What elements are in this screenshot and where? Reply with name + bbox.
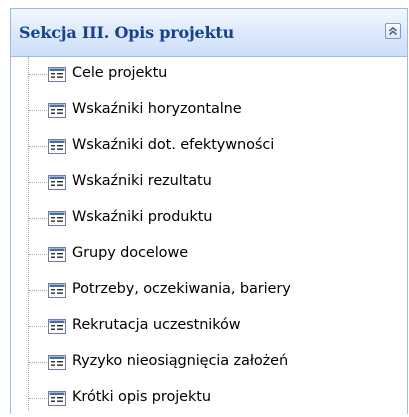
tree-item-label: Ryzyko nieosiągnięcia założeń <box>72 353 289 369</box>
tree-item-label: Wskaźniki produktu <box>72 209 213 225</box>
tree-item-rekrutacja-uczestnikow[interactable]: Rekrutacja uczestników <box>11 309 407 345</box>
tree-item-grupy-docelowe[interactable]: Grupy docelowe <box>11 237 407 273</box>
tree-item-krotki-opis-projektu[interactable]: Krótki opis projektu <box>11 381 407 417</box>
form-document-icon <box>48 391 66 406</box>
form-document-icon <box>48 355 66 370</box>
project-tree: Cele projektu Wskaźniki horyzontalne Wsk… <box>11 57 407 417</box>
double-chevron-up-icon <box>388 26 398 36</box>
tree-branch-line <box>29 254 47 255</box>
tree-item-label: Grupy docelowe <box>72 245 189 261</box>
tree-item-potrzeby-oczekiwania-bariery[interactable]: Potrzeby, oczekiwania, bariery <box>11 273 407 309</box>
tree-item-cele-projektu[interactable]: Cele projektu <box>11 57 407 93</box>
tree-item-wskazniki-produktu[interactable]: Wskaźniki produktu <box>11 201 407 237</box>
tree-item-wskazniki-horyzontalne[interactable]: Wskaźniki horyzontalne <box>11 93 407 129</box>
tree-item-wskazniki-efektywnosci[interactable]: Wskaźniki dot. efektywności <box>11 129 407 165</box>
tree-branch-line <box>29 218 47 219</box>
tree-item-label: Krótki opis projektu <box>72 389 211 405</box>
form-document-icon <box>48 175 66 190</box>
tree-item-label: Wskaźniki rezultatu <box>72 173 212 189</box>
tree-branch-line <box>29 362 47 363</box>
form-document-icon <box>48 103 66 118</box>
tree-branch-line <box>29 110 47 111</box>
tree-item-label: Wskaźniki horyzontalne <box>72 101 242 117</box>
tree-branch-line <box>29 290 47 291</box>
form-document-icon <box>48 139 66 154</box>
panel-title: Sekcja III. Opis projektu <box>19 23 235 42</box>
tree-branch-line <box>29 146 47 147</box>
tree-item-label: Rekrutacja uczestników <box>72 317 241 333</box>
form-document-icon <box>48 247 66 262</box>
tree-branch-line <box>29 326 47 327</box>
collapse-button[interactable] <box>385 23 401 39</box>
tree-item-label: Wskaźniki dot. efektywności <box>72 137 275 153</box>
tree-branch-line <box>29 182 47 183</box>
tree-item-label: Potrzeby, oczekiwania, bariery <box>72 281 291 297</box>
tree-branch-line <box>29 74 47 75</box>
tree-item-wskazniki-rezultatu[interactable]: Wskaźniki rezultatu <box>11 165 407 201</box>
form-document-icon <box>48 319 66 334</box>
form-document-icon <box>48 67 66 82</box>
tree-branch-line <box>29 398 47 399</box>
section-panel: Sekcja III. Opis projektu Cele projektu <box>10 8 408 414</box>
form-document-icon <box>48 283 66 298</box>
form-document-icon <box>48 211 66 226</box>
tree-item-ryzyko-nieosiagniecia-zalozen[interactable]: Ryzyko nieosiągnięcia założeń <box>11 345 407 381</box>
panel-header[interactable]: Sekcja III. Opis projektu <box>11 9 407 57</box>
tree-item-label: Cele projektu <box>72 65 168 81</box>
